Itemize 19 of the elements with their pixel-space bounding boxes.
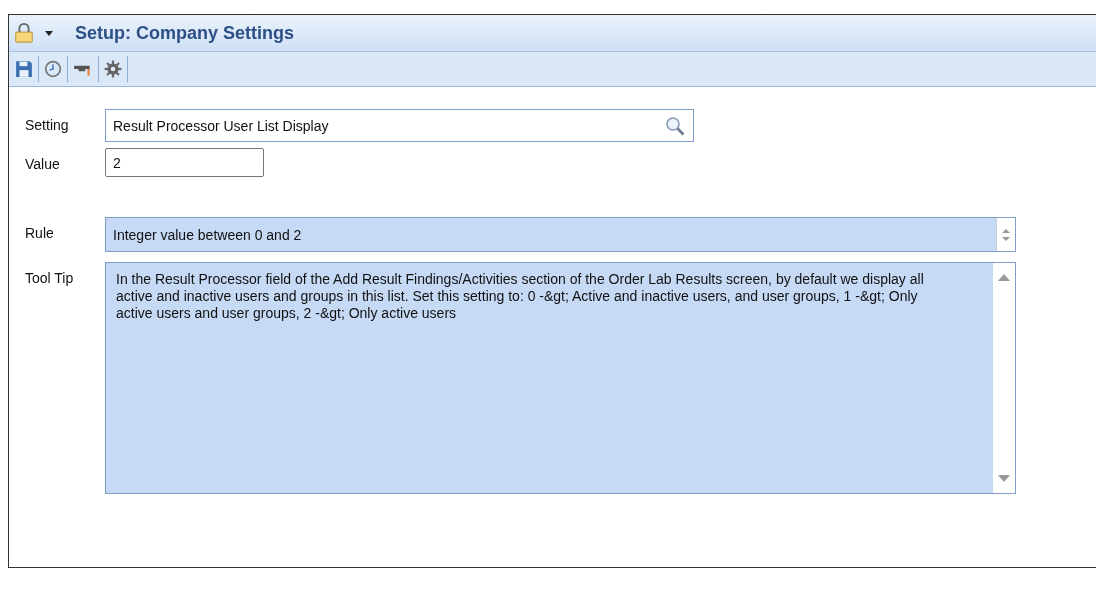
- scroll-up-icon[interactable]: [998, 273, 1010, 281]
- value-field[interactable]: 2: [105, 148, 264, 177]
- field-label: Setting: [25, 116, 70, 133]
- caret-icon[interactable]: [45, 30, 53, 36]
- field-label: Value: [25, 155, 61, 172]
- spin-buttons[interactable]: [996, 218, 1015, 251]
- scrollbar[interactable]: [993, 263, 1015, 493]
- settings-icon[interactable]: [104, 60, 122, 78]
- padlock-icon[interactable]: [13, 22, 35, 44]
- search-field[interactable]: Result Processor User List Display: [105, 109, 694, 142]
- window-title: Setup: Company Settings: [75, 22, 294, 44]
- tooltip-textarea[interactable]: In the Result Processor field of the Add Result Findings/Activities section of the Order Lab Results screen, by default we display all active and inactive users and groups in this list. Set this setting to: 0 -&gt; Active and inactive users, and user groups, 1 -&gt; Only active users and user groups, 2 -&gt; Only active users: [105, 262, 1016, 494]
- field-label: Rule: [25, 224, 55, 241]
- save-icon[interactable]: [15, 60, 33, 78]
- search-icon[interactable]: [665, 115, 685, 136]
- scroll-down-icon[interactable]: [998, 475, 1010, 483]
- field-label: Tool Tip: [25, 269, 75, 286]
- rule-field[interactable]: Integer value between 0 and 2: [105, 217, 1016, 252]
- clock-icon[interactable]: [44, 60, 62, 78]
